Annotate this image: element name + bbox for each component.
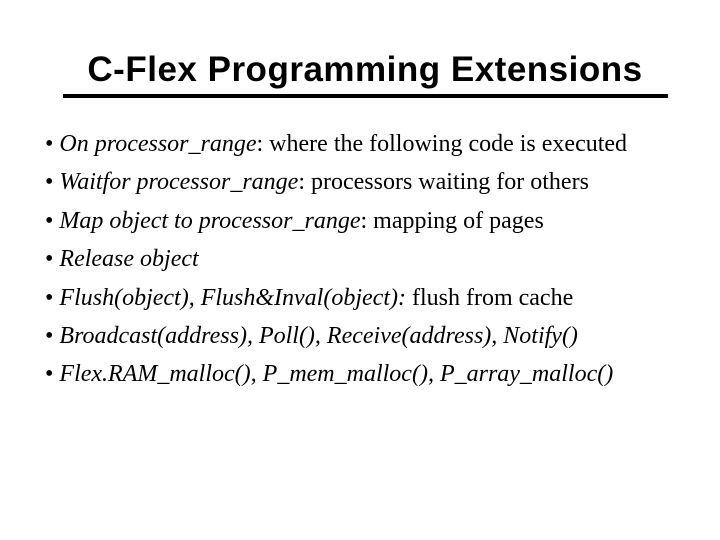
title-underline: [63, 94, 668, 98]
list-item: Map object to processor_range: mapping o…: [45, 205, 690, 237]
list-item: Flex.RAM_malloc(), P_mem_malloc(), P_arr…: [45, 358, 690, 390]
bullet-text: : mapping of pages: [360, 208, 543, 234]
bullet-emph: Map object to processor_range: [59, 208, 360, 234]
bullet-emph: Flush(object), Flush&Inval(object):: [59, 285, 406, 311]
list-item: Flush(object), Flush&Inval(object): flus…: [45, 282, 690, 314]
bullet-emph: On processor_range: [59, 131, 256, 157]
list-item: Release object: [45, 243, 690, 275]
slide: C-Flex Programming Extensions On process…: [0, 0, 720, 540]
bullet-emph: Broadcast(address), Poll(), Receive(addr…: [59, 323, 578, 349]
list-item: Waitfor processor_range: processors wait…: [45, 166, 690, 198]
bullet-emph: Flex.RAM_malloc(), P_mem_malloc(), P_arr…: [59, 361, 613, 387]
bullet-emph: Waitfor processor_range: [59, 169, 298, 195]
bullet-list: On processor_range: where the following …: [45, 128, 690, 391]
bullet-text: flush from cache: [406, 285, 573, 311]
bullet-text: : where the following code is executed: [257, 131, 628, 157]
bullet-emph: Release object: [59, 246, 198, 272]
page-title: C-Flex Programming Extensions: [40, 50, 690, 90]
bullet-text: : processors waiting for others: [298, 169, 589, 195]
list-item: On processor_range: where the following …: [45, 128, 690, 160]
list-item: Broadcast(address), Poll(), Receive(addr…: [45, 320, 690, 352]
